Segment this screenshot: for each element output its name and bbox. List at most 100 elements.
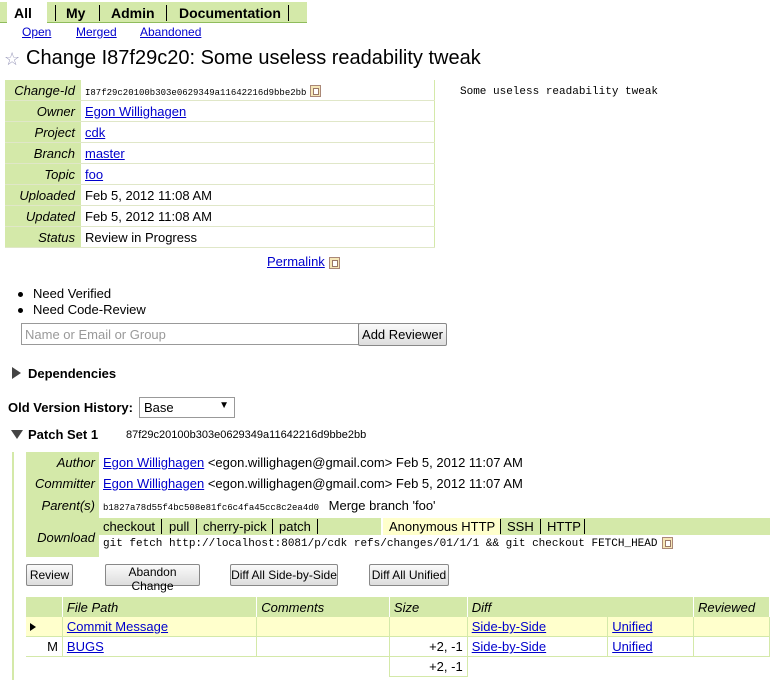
menu-admin[interactable]: Admin	[111, 5, 155, 21]
menu-all[interactable]: All	[14, 5, 32, 21]
abandon-change-button[interactable]: Abandon Change	[105, 564, 200, 593]
select-value: Base	[144, 400, 174, 415]
review-button[interactable]: Review	[26, 564, 73, 586]
committer-date: Feb 5, 2012 11:07 AM	[395, 476, 523, 491]
unified-link[interactable]: Unified	[612, 619, 652, 634]
bullet-icon	[18, 308, 23, 313]
updated-value: Feb 5, 2012 11:08 AM	[81, 205, 435, 227]
field-label: Topic	[5, 163, 81, 185]
author-label: Author	[26, 452, 99, 473]
copy-icon[interactable]	[661, 537, 673, 550]
protocol-http[interactable]: HTTP	[547, 519, 581, 534]
dependencies-label[interactable]: Dependencies	[28, 366, 116, 381]
copy-icon[interactable]	[310, 85, 322, 98]
download-command[interactable]: git fetch http://localhost:8081/p/cdk re…	[103, 538, 658, 550]
parent-message: Merge branch 'foo'	[328, 498, 436, 513]
project-link[interactable]: cdk	[85, 125, 105, 140]
owner-link[interactable]: Egon Willighagen	[85, 104, 186, 119]
chevron-down-icon: ▼	[219, 400, 229, 411]
separator	[161, 519, 162, 534]
download-command-row: git fetch http://localhost:8081/p/cdk re…	[103, 537, 673, 550]
comments-cell	[256, 636, 390, 657]
author-email: <egon.willighagen@gmail.com>	[207, 455, 393, 470]
parents-label: Parent(s)	[26, 494, 99, 517]
side-by-side-link[interactable]: Side-by-Side	[472, 639, 546, 654]
size-cell	[389, 617, 468, 637]
header-reviewed: Reviewed	[693, 597, 770, 617]
diff-all-unified-button[interactable]: Diff All Unified	[369, 564, 449, 586]
files-header: File Path Comments Size Diff Reviewed	[26, 597, 770, 617]
separator	[317, 519, 318, 534]
header-comments: Comments	[256, 597, 390, 617]
change-info-table: Change-Id I87f29c20100b303e0629349a11642…	[5, 80, 435, 248]
add-reviewer-button[interactable]: Add Reviewer	[358, 323, 447, 346]
field-label: Project	[5, 121, 81, 143]
size-cell: +2, -1	[389, 636, 468, 657]
submenu-open[interactable]: Open	[22, 25, 51, 39]
permalink-link[interactable]: Permalink	[267, 254, 325, 269]
total-row: +2, -1	[26, 656, 770, 677]
header-blank	[26, 597, 63, 617]
menu-separator	[166, 5, 167, 21]
separator	[500, 519, 501, 534]
committer-label: Committer	[26, 473, 99, 494]
submenu-abandoned[interactable]: Abandoned	[140, 25, 201, 39]
menu-my[interactable]: My	[66, 5, 85, 21]
file-path-link[interactable]: BUGS	[67, 639, 104, 654]
submenu-merged[interactable]: Merged	[76, 25, 117, 39]
field-value: I87f29c20100b303e0629349a11642216d9bbe2b…	[81, 80, 435, 101]
file-path-link[interactable]: Commit Message	[67, 619, 168, 634]
download-patch[interactable]: patch	[279, 519, 311, 534]
separator	[540, 519, 541, 534]
separator	[584, 519, 585, 534]
row-pointer-icon	[30, 623, 36, 631]
download-type-tabs: checkout pull cherry-pick patch	[99, 518, 381, 535]
change-id-value: I87f29c20100b303e0629349a11642216d9bbe2b…	[85, 87, 307, 98]
table-row[interactable]: Commit Message Side-by-Side Unified	[26, 617, 770, 637]
side-by-side-link[interactable]: Side-by-Side	[472, 619, 546, 634]
bullet-icon	[18, 292, 23, 297]
files-table: File Path Comments Size Diff Reviewed Co…	[26, 597, 770, 677]
download-checkout[interactable]: checkout	[103, 519, 155, 534]
parent-hash: b1827a78d55f4bc508e81fc6c4fa45cc8c2ea4d0	[103, 503, 320, 513]
header-diff: Diff	[467, 597, 695, 617]
branch-link[interactable]: master	[85, 146, 125, 161]
table-row[interactable]: M BUGS +2, -1 Side-by-Side Unified	[26, 636, 770, 657]
download-pull[interactable]: pull	[169, 519, 189, 534]
need-verified: Need Verified	[33, 286, 112, 301]
star-icon[interactable]: ☆	[4, 49, 20, 70]
protocol-anonymous-http[interactable]: Anonymous HTTP	[389, 519, 495, 534]
copy-icon[interactable]	[328, 256, 340, 269]
total-size: +2, -1	[389, 656, 468, 677]
committer-link[interactable]: Egon Willighagen	[103, 476, 204, 491]
field-label: Owner	[5, 100, 81, 122]
uploaded-value: Feb 5, 2012 11:08 AM	[81, 184, 435, 206]
old-version-label: Old Version History:	[8, 400, 133, 415]
status-cell: M	[26, 636, 63, 657]
separator	[272, 519, 273, 534]
unified-link[interactable]: Unified	[612, 639, 652, 654]
expand-right-icon[interactable]	[12, 367, 21, 379]
reviewer-input[interactable]	[21, 323, 359, 345]
page-title: Change I87f29c20: Some useless readabili…	[26, 47, 481, 69]
old-version-select[interactable]: Base ▼	[139, 397, 235, 418]
menu-separator	[99, 5, 100, 21]
download-cherry-pick[interactable]: cherry-pick	[203, 519, 267, 534]
diff-all-side-by-side-button[interactable]: Diff All Side-by-Side	[230, 564, 338, 586]
committer-email: <egon.willighagen@gmail.com>	[207, 476, 393, 491]
download-protocol-tabs: Anonymous HTTP SSH HTTP	[383, 518, 770, 535]
protocol-ssh[interactable]: SSH	[507, 519, 534, 534]
menu-separator	[55, 5, 56, 21]
status-value: Review in Progress	[81, 226, 435, 248]
field-label: Uploaded	[5, 184, 81, 206]
reviewed-cell[interactable]	[693, 636, 770, 657]
patch-set-title[interactable]: Patch Set 1	[28, 427, 98, 442]
author-link[interactable]: Egon Willighagen	[103, 455, 204, 470]
comments-cell	[256, 617, 390, 637]
field-label: Change-Id	[5, 80, 81, 101]
reviewed-cell[interactable]	[693, 617, 770, 637]
header-file-path: File Path	[62, 597, 258, 617]
menu-documentation[interactable]: Documentation	[179, 5, 281, 21]
topic-link[interactable]: foo	[85, 167, 103, 182]
expand-down-icon[interactable]	[11, 430, 23, 439]
